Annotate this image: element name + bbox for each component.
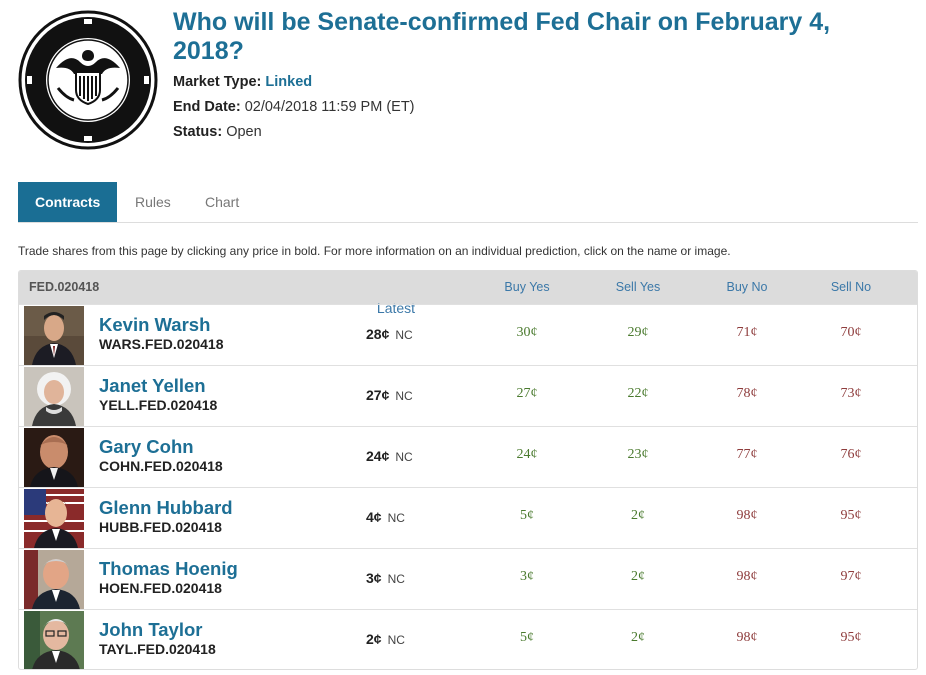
sell-no-price[interactable]: 76¢ xyxy=(801,447,901,463)
tab-contracts[interactable]: Contracts xyxy=(18,182,118,222)
federal-reserve-seal-icon xyxy=(18,10,158,150)
header-buy-no[interactable]: Buy No xyxy=(697,271,797,304)
sell-yes-price[interactable]: 23¢ xyxy=(588,447,688,463)
contract-ticker: HUBB.FED.020418 xyxy=(99,519,222,535)
table-row: Glenn Hubbard HUBB.FED.020418 4¢ NC 5¢ 2¢… xyxy=(19,487,917,548)
buy-yes-price[interactable]: 27¢ xyxy=(477,386,577,402)
buy-yes-price[interactable]: 30¢ xyxy=(477,325,577,341)
header-sell-no[interactable]: Sell No xyxy=(801,271,901,304)
buy-yes-price[interactable]: 5¢ xyxy=(477,630,577,646)
latest-price: 2¢ NC xyxy=(366,631,405,647)
tab-bar: Contracts Rules Chart xyxy=(18,182,918,223)
intro-text: Trade shares from this page by clicking … xyxy=(18,244,731,258)
header-market-code: FED.020418 xyxy=(29,280,100,294)
sell-yes-price[interactable]: 2¢ xyxy=(588,569,688,585)
contract-ticker: WARS.FED.020418 xyxy=(99,336,224,352)
end-date-value: 02/04/2018 11:59 PM (ET) xyxy=(244,99,415,115)
sell-yes-price[interactable]: 22¢ xyxy=(588,386,688,402)
table-row: Thomas Hoenig HOEN.FED.020418 3¢ NC 3¢ 2¢… xyxy=(19,548,917,609)
candidate-photo[interactable] xyxy=(24,428,84,487)
contract-name[interactable]: Glenn Hubbard xyxy=(99,497,233,519)
latest-price: 3¢ NC xyxy=(366,570,405,586)
status-label: Status: xyxy=(173,124,223,140)
header-sell-yes[interactable]: Sell Yes xyxy=(588,271,688,304)
contract-ticker: YELL.FED.020418 xyxy=(99,397,218,413)
latest-price: 24¢ NC xyxy=(366,448,413,464)
sell-no-price[interactable]: 73¢ xyxy=(801,386,901,402)
contract-name[interactable]: John Taylor xyxy=(99,619,202,641)
candidate-photo[interactable] xyxy=(24,550,84,609)
buy-yes-price[interactable]: 5¢ xyxy=(477,508,577,524)
buy-no-price[interactable]: 98¢ xyxy=(697,569,797,585)
tab-rules[interactable]: Rules xyxy=(118,182,188,222)
contracts-table: FED.020418 Latest Buy Yes Sell Yes Buy N… xyxy=(18,270,918,670)
latest-price: 4¢ NC xyxy=(366,509,405,525)
contract-name[interactable]: Thomas Hoenig xyxy=(99,558,238,580)
buy-yes-price[interactable]: 24¢ xyxy=(477,447,577,463)
table-row: John Taylor TAYL.FED.020418 2¢ NC 5¢ 2¢ 9… xyxy=(19,609,917,670)
market-type-label: Market Type: xyxy=(173,74,262,90)
market-status: Status: Open xyxy=(173,124,262,140)
contract-name[interactable]: Gary Cohn xyxy=(99,436,194,458)
end-date: End Date: 02/04/2018 11:59 PM (ET) xyxy=(173,99,415,115)
latest-price: 28¢ NC xyxy=(366,326,413,342)
buy-no-price[interactable]: 98¢ xyxy=(697,508,797,524)
contract-name[interactable]: Janet Yellen xyxy=(99,375,206,397)
sell-no-price[interactable]: 95¢ xyxy=(801,630,901,646)
table-row: Gary Cohn COHN.FED.020418 24¢ NC 24¢ 23¢ … xyxy=(19,426,917,487)
end-date-label: End Date: xyxy=(173,99,241,115)
contract-ticker: HOEN.FED.020418 xyxy=(99,580,222,596)
market-title: Who will be Senate-confirmed Fed Chair o… xyxy=(173,8,831,65)
candidate-photo[interactable] xyxy=(24,367,84,426)
table-row: Janet Yellen YELL.FED.020418 27¢ NC 27¢ 2… xyxy=(19,365,917,426)
header-buy-yes[interactable]: Buy Yes xyxy=(477,271,577,304)
sell-no-price[interactable]: 97¢ xyxy=(801,569,901,585)
sell-no-price[interactable]: 95¢ xyxy=(801,508,901,524)
market-type-link[interactable]: Linked xyxy=(265,74,312,90)
buy-no-price[interactable]: 98¢ xyxy=(697,630,797,646)
candidate-photo[interactable] xyxy=(24,306,84,365)
sell-no-price[interactable]: 70¢ xyxy=(801,325,901,341)
sell-yes-price[interactable]: 2¢ xyxy=(588,630,688,646)
buy-yes-price[interactable]: 3¢ xyxy=(477,569,577,585)
tab-chart[interactable]: Chart xyxy=(188,182,256,222)
latest-price: 27¢ NC xyxy=(366,387,413,403)
buy-no-price[interactable]: 78¢ xyxy=(697,386,797,402)
contract-ticker: COHN.FED.020418 xyxy=(99,458,223,474)
market-type: Market Type: Linked xyxy=(173,74,312,90)
sell-yes-price[interactable]: 2¢ xyxy=(588,508,688,524)
buy-no-price[interactable]: 77¢ xyxy=(697,447,797,463)
candidate-photo[interactable] xyxy=(24,611,84,670)
contract-ticker: TAYL.FED.020418 xyxy=(99,641,216,657)
buy-no-price[interactable]: 71¢ xyxy=(697,325,797,341)
contract-name[interactable]: Kevin Warsh xyxy=(99,314,210,336)
table-row: Kevin Warsh WARS.FED.020418 28¢ NC 30¢ 29… xyxy=(19,304,917,365)
table-header: FED.020418 Latest Buy Yes Sell Yes Buy N… xyxy=(19,271,917,316)
candidate-photo[interactable] xyxy=(24,489,84,548)
status-value: Open xyxy=(226,124,262,140)
sell-yes-price[interactable]: 29¢ xyxy=(588,325,688,341)
